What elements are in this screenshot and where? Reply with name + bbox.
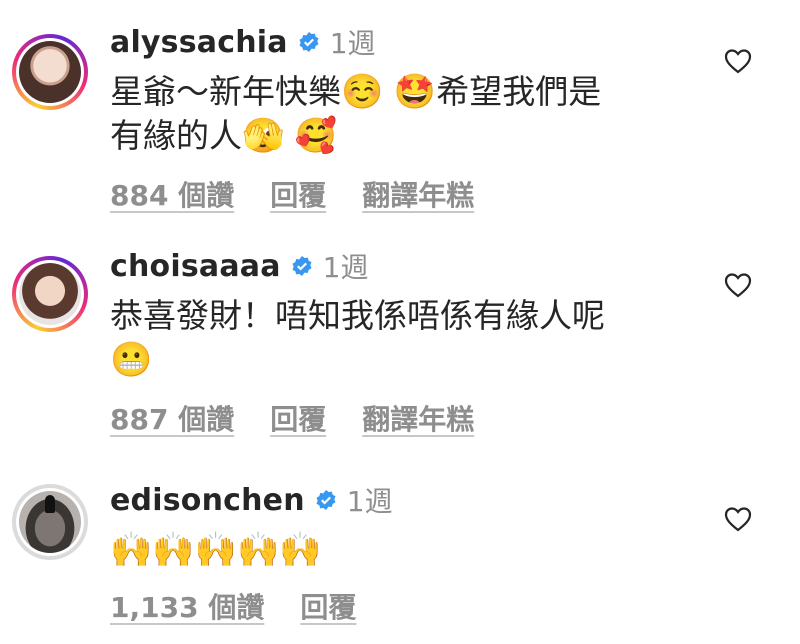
timestamp: 1週 — [322, 251, 369, 284]
username[interactable]: edisonchen — [110, 483, 305, 518]
reply-button[interactable]: 回覆 — [300, 586, 356, 626]
translate-button[interactable]: 翻譯年糕 — [362, 174, 474, 214]
likes-count-link[interactable]: 887 個讚 — [110, 398, 234, 438]
grimacing-emoji: 😬 — [110, 340, 153, 380]
timestamp: 1週 — [329, 27, 376, 60]
translate-button[interactable]: 翻譯年糕 — [362, 398, 474, 438]
comment-text: 🙌🙌🙌🙌🙌 — [110, 528, 700, 572]
story-ring-avatar[interactable] — [12, 34, 88, 110]
star-struck-emoji: 🤩 — [393, 72, 437, 112]
comment-item: edisonchen 1週 🙌🙌🙌🙌🙌 1,133 個讚 回覆 — [0, 460, 800, 644]
comment-text: 星爺～新年快樂☺️ 🤩希望我們是 有緣的人🫣 🥰 — [110, 72, 602, 156]
smiling-hearts-emoji: 🥰 — [294, 116, 338, 156]
avatar — [19, 263, 81, 325]
avatar — [19, 491, 81, 553]
raising-hands-emoji: 🙌🙌🙌🙌🙌 — [110, 530, 322, 570]
username[interactable]: choisaaaa — [110, 249, 281, 284]
comment-item: alyssachia 1週 星爺～新年快樂☺️ 🤩希望我們是 有緣的人🫣 🥰 8… — [0, 0, 800, 230]
comment-item: choisaaaa 1週 恭喜發財！唔知我係唔係有緣人呢 😬 887 個讚 回覆… — [0, 230, 800, 460]
comment-text: 恭喜發財！唔知我係唔係有緣人呢 😬 — [110, 296, 605, 380]
heart-outline-icon[interactable] — [724, 48, 752, 74]
verified-badge-icon — [315, 489, 337, 511]
verified-badge-icon — [298, 31, 320, 53]
reply-button[interactable]: 回覆 — [270, 174, 326, 214]
username[interactable]: alyssachia — [110, 25, 288, 60]
heart-outline-icon[interactable] — [724, 506, 752, 532]
relaxed-emoji: ☺️ — [341, 72, 384, 112]
likes-count-link[interactable]: 1,133 個讚 — [110, 586, 264, 626]
story-ring-avatar[interactable] — [12, 256, 88, 332]
likes-count-link[interactable]: 884 個讚 — [110, 174, 234, 214]
timestamp: 1週 — [346, 485, 393, 518]
reply-button[interactable]: 回覆 — [270, 398, 326, 438]
verified-badge-icon — [291, 255, 313, 277]
peeking-emoji: 🫣 — [242, 116, 285, 156]
heart-outline-icon[interactable] — [724, 272, 752, 298]
avatar — [19, 41, 81, 103]
avatar-ring[interactable] — [12, 484, 88, 560]
